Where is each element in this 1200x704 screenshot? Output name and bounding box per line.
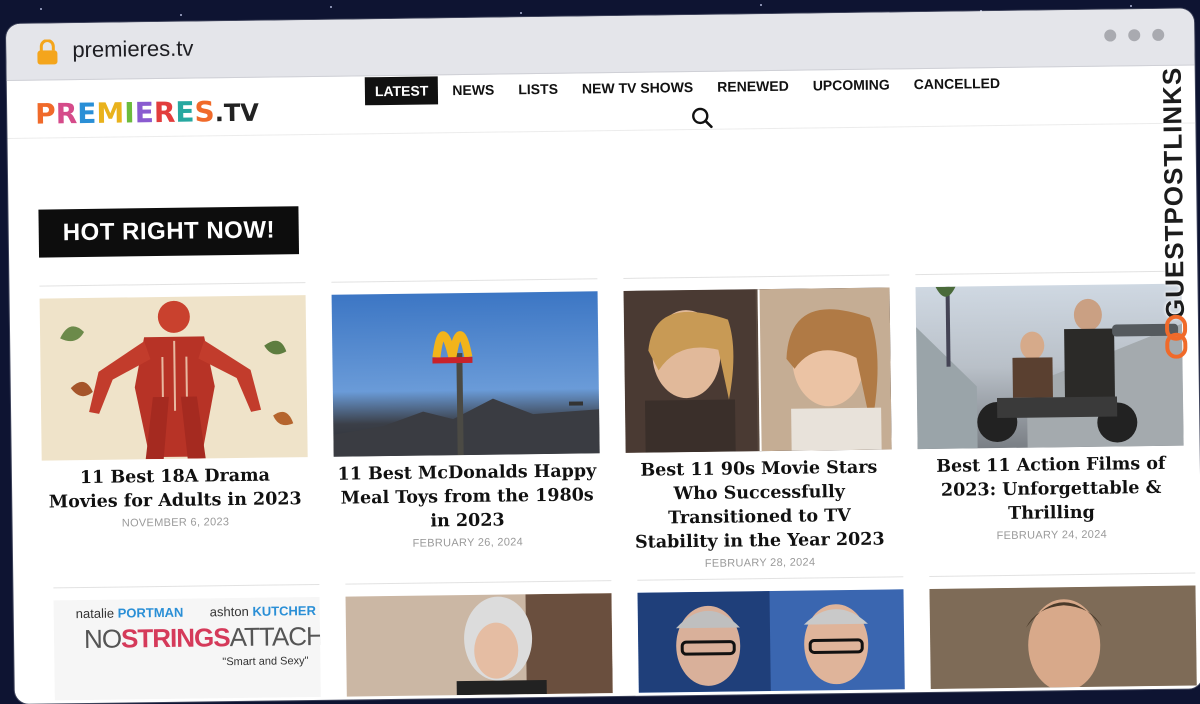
logo-letter: I	[124, 96, 135, 130]
window-control-dot[interactable]	[1152, 28, 1165, 41]
logo-tld: .TV	[214, 98, 259, 128]
article-title[interactable]: Best 11 90s Movie Stars Who Successfully…	[626, 455, 893, 554]
nav-item-latest[interactable]: LATEST	[364, 76, 439, 106]
star	[180, 14, 182, 16]
article-thumbnail[interactable]	[39, 295, 308, 461]
article-thumbnail[interactable]	[915, 283, 1184, 450]
poster-credit-2: ashton KUTCHER	[210, 603, 316, 619]
article-card[interactable]: Best 11 Action Films of 2023: Unforgetta…	[915, 270, 1185, 543]
logo-letter: R	[153, 95, 176, 130]
logo-letter: E	[77, 96, 97, 131]
anatomy-illustration	[60, 300, 294, 460]
browser-window: premieres.tv PREMIERES.TV LATEST NEWS LI…	[6, 8, 1200, 704]
actress-portraits-photo	[623, 287, 892, 453]
logo-letter: P	[34, 97, 56, 131]
divider	[915, 270, 1182, 276]
nav-item-upcoming[interactable]: UPCOMING	[803, 70, 900, 99]
poster-actor2-last: KUTCHER	[252, 602, 317, 619]
action-film-still	[916, 286, 1184, 450]
article-card[interactable]	[929, 572, 1197, 689]
poster-title-part: ATTACHED	[229, 620, 321, 653]
poster-actor1-last: PORTMAN	[117, 604, 184, 621]
nav-item-news[interactable]: NEWS	[442, 75, 504, 104]
star	[40, 8, 42, 10]
logo-letter: M	[96, 96, 125, 130]
article-thumbnail[interactable]	[331, 291, 600, 457]
section-banner: HOT RIGHT NOW!	[38, 206, 300, 258]
logo-letter: R	[55, 97, 78, 131]
guestpostlinks-watermark: GUESTPOSTLINKS	[1153, 66, 1197, 366]
article-title[interactable]: Best 11 Action Films of 2023: Unforgetta…	[918, 452, 1185, 527]
star	[520, 12, 522, 14]
window-control-dot[interactable]	[1104, 29, 1117, 42]
mcdonalds-sign-photo	[333, 331, 600, 457]
nav-item-renewed[interactable]: RENEWED	[707, 72, 799, 101]
nav-item-new-tv-shows[interactable]: NEW TV SHOWS	[572, 73, 704, 103]
article-card[interactable]: natalie PORTMAN ashton KUTCHER NOSTRINGS…	[53, 583, 321, 701]
article-date: FEBRUARY 26, 2024	[412, 536, 524, 550]
site-logo[interactable]: PREMIERES.TV	[35, 95, 259, 130]
divider	[39, 282, 306, 287]
main-nav: LATEST NEWS LISTS NEW TV SHOWS RENEWED U…	[364, 69, 1011, 106]
poster-title-part: NO	[83, 623, 122, 655]
star	[330, 6, 332, 8]
nav-item-cancelled[interactable]: CANCELLED	[904, 69, 1011, 98]
article-card[interactable]: 11 Best McDonalds Happy Meal Toys from t…	[331, 278, 600, 550]
article-thumbnail[interactable]	[345, 593, 613, 697]
address-bar-url[interactable]: premieres.tv	[72, 36, 193, 64]
actor-portrait-photo	[929, 585, 1197, 689]
directors-photo	[637, 591, 869, 693]
article-thumbnail[interactable]: natalie PORTMAN ashton KUTCHER NOSTRINGS…	[53, 596, 321, 701]
article-card[interactable]	[637, 576, 905, 693]
window-control-dot[interactable]	[1128, 29, 1141, 42]
poster-title: NOSTRINGSATTACHED	[84, 620, 321, 655]
divider	[345, 580, 612, 585]
divider	[53, 583, 320, 589]
poster-credit-1: natalie PORTMAN	[76, 605, 184, 621]
article-date: NOVEMBER 6, 2023	[121, 516, 230, 530]
search-icon[interactable]	[691, 107, 713, 129]
divider	[637, 576, 904, 581]
logo-wordmark: PREMIERES	[35, 95, 215, 130]
nav-item-lists[interactable]: LISTS	[508, 75, 568, 104]
divider	[623, 274, 890, 279]
poster-tagline: "Smart and Sexy"	[222, 655, 309, 669]
logo-letter: E	[134, 96, 155, 130]
article-card[interactable]: 11 Best 18A Drama Movies for Adults in 2…	[39, 282, 308, 530]
article-thumbnail[interactable]	[637, 589, 905, 693]
logo-letter: S	[194, 95, 215, 129]
article-thumbnail[interactable]	[929, 585, 1197, 689]
window-controls	[1104, 28, 1165, 42]
chain-link-icon	[1165, 314, 1188, 359]
article-date: FEBRUARY 24, 2024	[996, 528, 1108, 543]
article-thumbnail[interactable]	[623, 287, 892, 453]
star	[760, 4, 762, 6]
divider	[331, 278, 598, 283]
poster-actor2-first: ashton	[209, 603, 249, 620]
article-date: FEBRUARY 28, 2024	[704, 556, 816, 570]
portrait-photo	[456, 593, 613, 696]
poster-title-part: STRINGS	[120, 622, 230, 654]
poster-actor1-first: natalie	[75, 605, 115, 622]
star	[1130, 5, 1132, 7]
article-card[interactable]: Best 11 90s Movie Stars Who Successfully…	[623, 274, 893, 570]
article-card[interactable]	[345, 580, 613, 697]
divider	[929, 572, 1196, 577]
article-title[interactable]: 11 Best 18A Drama Movies for Adults in 2…	[42, 463, 309, 514]
article-title[interactable]: 11 Best McDonalds Happy Meal Toys from t…	[334, 459, 601, 534]
watermark-text: GUESTPOSTLINKS	[1156, 66, 1190, 320]
lock-icon	[37, 39, 58, 65]
logo-letter: E	[175, 95, 195, 129]
